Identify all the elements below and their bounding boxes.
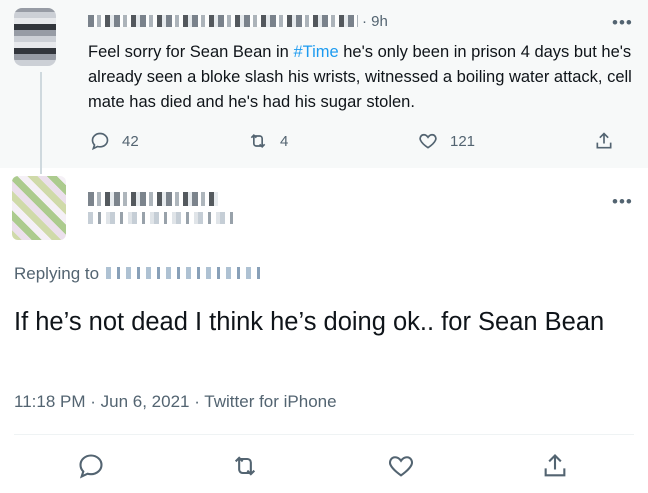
parent-text-part1: Feel sorry for Sean Bean in bbox=[88, 43, 294, 61]
parent-retweet-button[interactable]: 4 bbox=[248, 131, 288, 151]
tweet-meta: 11:18 PM · Jun 6, 2021 · Twitter for iPh… bbox=[14, 392, 337, 412]
heart-icon bbox=[388, 456, 414, 477]
meta-separator: · bbox=[189, 392, 205, 411]
tweet-date[interactable]: Jun 6, 2021 bbox=[101, 392, 190, 411]
share-button[interactable] bbox=[541, 452, 569, 480]
divider bbox=[14, 434, 634, 435]
retweet-icon bbox=[234, 456, 256, 476]
parent-reply-button[interactable]: 42 bbox=[90, 131, 139, 151]
parent-more-icon[interactable]: ••• bbox=[612, 14, 633, 31]
reply-more-icon[interactable]: ••• bbox=[612, 193, 633, 210]
parent-like-count: 121 bbox=[450, 132, 476, 150]
reply-button[interactable] bbox=[77, 452, 105, 480]
share-icon bbox=[544, 454, 566, 477]
parent-tweet-text: Feel sorry for Sean Bean in #Time he's o… bbox=[88, 40, 633, 115]
meta-separator: · bbox=[85, 392, 101, 411]
parent-retweet-count: 4 bbox=[280, 132, 289, 150]
tweet-source[interactable]: Twitter for iPhone bbox=[204, 392, 336, 411]
reply-icon bbox=[79, 454, 103, 479]
replying-to-handle-pixelated[interactable] bbox=[106, 267, 262, 279]
parent-author-name-pixelated[interactable] bbox=[88, 15, 358, 27]
reply-tweet-text: If he’s not dead I think he’s doing ok..… bbox=[14, 308, 605, 336]
reply-icon bbox=[91, 132, 109, 151]
reply-author-handle-pixelated[interactable] bbox=[88, 212, 238, 224]
parent-timestamp[interactable]: · 9h bbox=[362, 13, 388, 30]
retweet-button[interactable] bbox=[231, 452, 259, 480]
like-button[interactable] bbox=[387, 452, 415, 480]
heart-icon bbox=[419, 133, 437, 149]
share-icon bbox=[596, 132, 612, 149]
parent-like-button[interactable]: 121 bbox=[418, 131, 475, 151]
reply-avatar[interactable] bbox=[12, 176, 66, 240]
parent-tweet[interactable]: · 9h ••• Feel sorry for Sean Bean in #Ti… bbox=[0, 0, 648, 174]
replying-to-line: Replying to bbox=[14, 264, 99, 284]
thread-line bbox=[40, 72, 42, 174]
replying-to-label: Replying to bbox=[14, 264, 100, 283]
parent-reply-count: 42 bbox=[122, 132, 139, 150]
reply-author-name-pixelated[interactable] bbox=[88, 192, 218, 206]
tweet-time[interactable]: 11:18 PM bbox=[14, 392, 86, 411]
parent-share-button[interactable] bbox=[594, 131, 614, 151]
retweet-icon bbox=[250, 133, 266, 149]
hashtag-link[interactable]: #Time bbox=[293, 43, 338, 61]
parent-avatar[interactable] bbox=[14, 8, 56, 66]
